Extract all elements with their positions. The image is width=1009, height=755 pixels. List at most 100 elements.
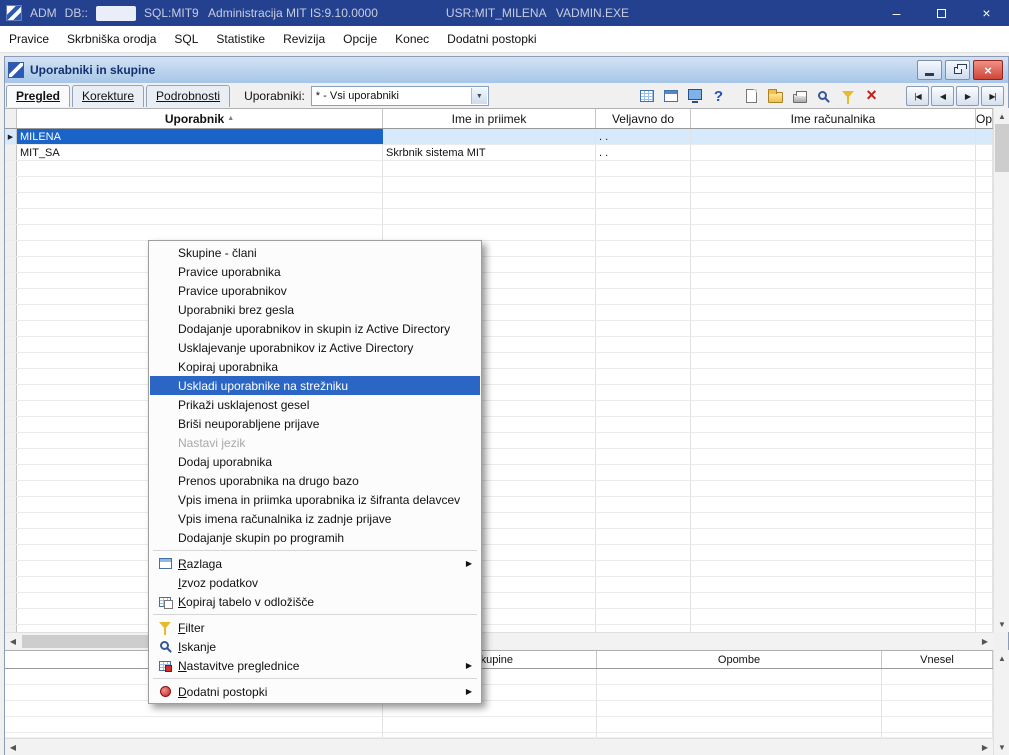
child-close-button[interactable]: ×	[973, 60, 1003, 80]
cell-ime_racunalnika[interactable]	[691, 305, 976, 320]
cell[interactable]	[882, 701, 993, 716]
cell-op[interactable]	[976, 177, 993, 192]
cell-op[interactable]	[976, 465, 993, 480]
cell-ime_racunalnika[interactable]	[691, 385, 976, 400]
menu-item-pravice-uporabnikov[interactable]: Pravice uporabnikov	[150, 281, 480, 300]
tab-korekture[interactable]: Korekture	[72, 85, 145, 107]
cell-veljavno_do[interactable]	[596, 609, 691, 624]
cell-op[interactable]	[976, 401, 993, 416]
menubar-item-statistike[interactable]: Statistike	[207, 27, 274, 51]
cell-op[interactable]	[976, 369, 993, 384]
last-record-button[interactable]: ▶|	[981, 86, 1004, 106]
cell-ime_racunalnika[interactable]	[691, 401, 976, 416]
cell[interactable]	[597, 669, 882, 684]
cell[interactable]	[597, 717, 882, 732]
menu-item-skupine-clani[interactable]: Skupine - člani	[150, 243, 480, 262]
column-header-uporabnik[interactable]: Uporabnik ▲	[17, 109, 383, 128]
menu-item-dodajanje-skupin-po-programih[interactable]: Dodajanje skupin po programih	[150, 528, 480, 547]
cell-ime_racunalnika[interactable]	[691, 225, 976, 240]
cell-veljavno_do[interactable]	[596, 241, 691, 256]
cell-ime_racunalnika[interactable]	[691, 273, 976, 288]
next-record-button[interactable]: ▶	[956, 86, 979, 106]
cell-op[interactable]	[976, 593, 993, 608]
help-icon-button[interactable]	[708, 86, 729, 106]
menu-item-kopiraj-uporabnika[interactable]: Kopiraj uporabnika	[150, 357, 480, 376]
cell-ime_in_priimek[interactable]	[383, 161, 596, 176]
tab-pregled[interactable]: Pregled	[6, 85, 71, 107]
chevron-down-icon[interactable]: ▼	[470, 88, 487, 104]
cell-op[interactable]	[976, 241, 993, 256]
cell-op[interactable]	[976, 449, 993, 464]
grid-icon-button[interactable]	[636, 86, 657, 106]
cell-veljavno_do[interactable]	[596, 257, 691, 272]
table-row[interactable]	[5, 717, 993, 733]
cell-ime_racunalnika[interactable]	[691, 321, 976, 336]
table-row[interactable]	[5, 225, 993, 241]
cell-op[interactable]	[976, 385, 993, 400]
table-row[interactable]	[5, 193, 993, 209]
column-header-veljavno-do[interactable]: Veljavno do	[596, 109, 691, 128]
menu-item-uporabniki-brez-gesla[interactable]: Uporabniki brez gesla	[150, 300, 480, 319]
menu-item-vpis-imena-in-priimka-uporabnika-iz-sifranta-delavcev[interactable]: Vpis imena in priimka uporabnika iz šifr…	[150, 490, 480, 509]
cell-op[interactable]	[976, 337, 993, 352]
cell-op[interactable]	[976, 273, 993, 288]
monitor-icon-button[interactable]	[684, 86, 705, 106]
cell-veljavno_do[interactable]	[596, 513, 691, 528]
cell-ime_racunalnika[interactable]	[691, 177, 976, 192]
cell-ime_racunalnika[interactable]	[691, 161, 976, 176]
form-icon-button[interactable]	[660, 86, 681, 106]
maximize-button[interactable]	[919, 0, 964, 26]
cell-op[interactable]	[976, 257, 993, 272]
cell-veljavno_do[interactable]	[596, 465, 691, 480]
cell-ime_racunalnika[interactable]	[691, 145, 976, 160]
vscroll-thumb[interactable]	[995, 124, 1009, 172]
cell-ime_in_priimek[interactable]	[383, 129, 596, 144]
cell-op[interactable]	[976, 353, 993, 368]
cell-op[interactable]	[976, 305, 993, 320]
cell[interactable]	[882, 685, 993, 700]
filter-icon-button[interactable]	[837, 86, 858, 106]
scroll-left-icon[interactable]: ◀	[5, 739, 21, 755]
cell-veljavno_do[interactable]	[596, 385, 691, 400]
cell-ime_racunalnika[interactable]	[691, 497, 976, 512]
cell-ime_racunalnika[interactable]	[691, 289, 976, 304]
cell-veljavno_do[interactable]	[596, 353, 691, 368]
menu-item-prenos-uporabnika-na-drugo-bazo[interactable]: Prenos uporabnika na drugo bazo	[150, 471, 480, 490]
cell-ime_racunalnika[interactable]	[691, 449, 976, 464]
cell-veljavno_do[interactable]	[596, 369, 691, 384]
cell-veljavno_do[interactable]	[596, 417, 691, 432]
users-filter-combobox[interactable]: * - Vsi uporabniki ▼	[310, 86, 489, 106]
cell-veljavno_do[interactable]	[596, 449, 691, 464]
cell[interactable]	[882, 669, 993, 684]
child-minimize-button[interactable]	[917, 60, 942, 80]
cell-veljavno_do[interactable]	[596, 193, 691, 208]
cell-ime_in_priimek[interactable]	[383, 177, 596, 192]
menubar-item-revizija[interactable]: Revizija	[274, 27, 334, 51]
cell[interactable]	[882, 717, 993, 732]
cell-ime_racunalnika[interactable]	[691, 209, 976, 224]
cell-veljavno_do[interactable]: . .	[596, 145, 691, 160]
menu-item-pravice-uporabnika[interactable]: Pravice uporabnika	[150, 262, 480, 281]
cell-uporabnik[interactable]: MIT_SA	[17, 145, 383, 160]
print-icon-button[interactable]	[789, 86, 810, 106]
menu-item-brisi-neuporabljene-prijave[interactable]: Briši neuporabljene prijave	[150, 414, 480, 433]
cell-op[interactable]	[976, 289, 993, 304]
cell-veljavno_do[interactable]	[596, 561, 691, 576]
menubar-item-konec[interactable]: Konec	[386, 27, 438, 51]
cell-ime_racunalnika[interactable]	[691, 577, 976, 592]
cell-op[interactable]	[976, 193, 993, 208]
cell-ime_racunalnika[interactable]	[691, 369, 976, 384]
column-header-op[interactable]: Op	[976, 109, 993, 128]
cell-ime_racunalnika[interactable]	[691, 609, 976, 624]
cell-op[interactable]	[976, 625, 993, 632]
cell-veljavno_do[interactable]	[596, 529, 691, 544]
close-button[interactable]: ×	[964, 0, 1009, 26]
cell[interactable]	[5, 717, 383, 732]
table-row[interactable]	[5, 161, 993, 177]
cell-op[interactable]	[976, 609, 993, 624]
users-table-vscrollbar[interactable]: ▲ ▼	[993, 108, 1009, 632]
cell-op[interactable]	[976, 321, 993, 336]
cell-ime_racunalnika[interactable]	[691, 433, 976, 448]
cell-ime_in_priimek[interactable]	[383, 225, 596, 240]
menu-item-kopiraj-tabelo-v-odlozisce[interactable]: Kopiraj tabelo v odložišče	[150, 592, 480, 611]
